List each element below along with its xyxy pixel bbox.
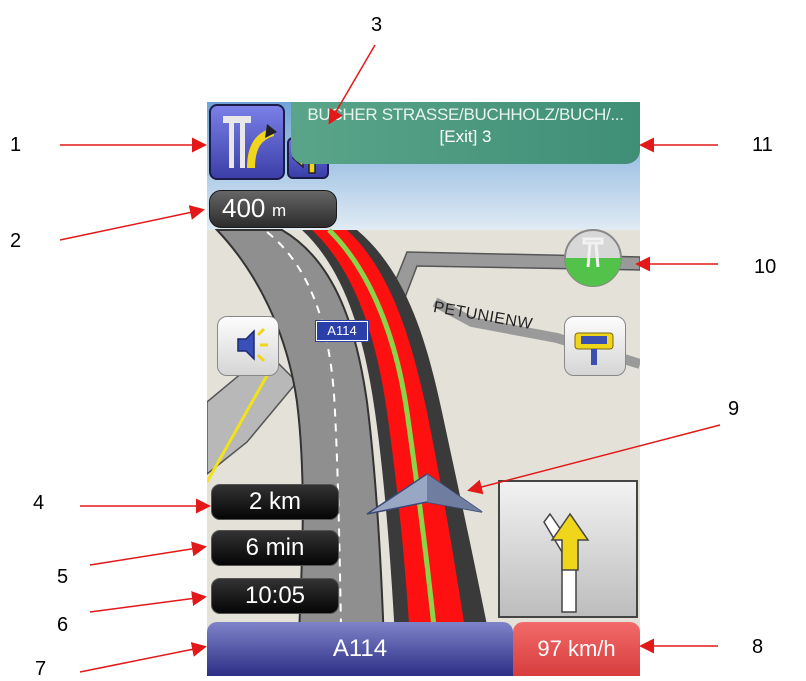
- sign-street: BUCHER STRASSE/BUCHHOLZ/BUCH/...: [307, 105, 624, 124]
- callout-1: 1: [10, 134, 22, 156]
- current-speed: 97 km/h: [513, 622, 640, 676]
- remaining-distance: 2 km: [211, 484, 339, 520]
- sign-exit: [Exit] 3: [439, 127, 492, 146]
- callout-5: 5: [57, 566, 69, 588]
- direction-sign: BUCHER STRASSE/BUCHHOLZ/BUCH/... [Exit] …: [291, 102, 640, 164]
- callout-arrow-6: [89, 591, 207, 613]
- navigation-screen: A114 PETUNIENW BUCHER STRASSE/BUCHHOLZ/B…: [207, 102, 640, 676]
- remaining-time: 6 min: [211, 530, 339, 566]
- current-road: A114: [207, 622, 513, 676]
- distance-unit: m: [272, 201, 287, 220]
- distance-value: 400: [222, 193, 266, 223]
- arrival-time: 10:05: [211, 578, 339, 614]
- callout-arrow-5: [89, 541, 207, 566]
- callout-arrow-7: [79, 642, 207, 673]
- lane-guidance-icon: [543, 512, 590, 613]
- distance-to-turn: 400 m: [209, 190, 337, 228]
- callout-10: 10: [754, 256, 777, 278]
- speaker-button[interactable]: [217, 316, 279, 376]
- callout-11: 11: [752, 134, 773, 156]
- poi-icon: [574, 332, 614, 365]
- callout-4: 4: [33, 492, 45, 514]
- poi-button[interactable]: [564, 316, 626, 376]
- callout-3: 3: [371, 14, 383, 36]
- motorway-junction-icon[interactable]: [209, 104, 285, 180]
- callout-9: 9: [728, 398, 740, 420]
- callout-arrow-2: [59, 205, 205, 241]
- compass-icon[interactable]: [562, 227, 624, 289]
- speaker-icon: [237, 327, 268, 363]
- callout-2: 2: [10, 230, 22, 252]
- callout-8: 8: [752, 636, 764, 658]
- callout-6: 6: [57, 614, 69, 636]
- lane-guidance: [498, 480, 638, 618]
- callout-7: 7: [35, 658, 47, 680]
- road-shield: A114: [315, 320, 369, 342]
